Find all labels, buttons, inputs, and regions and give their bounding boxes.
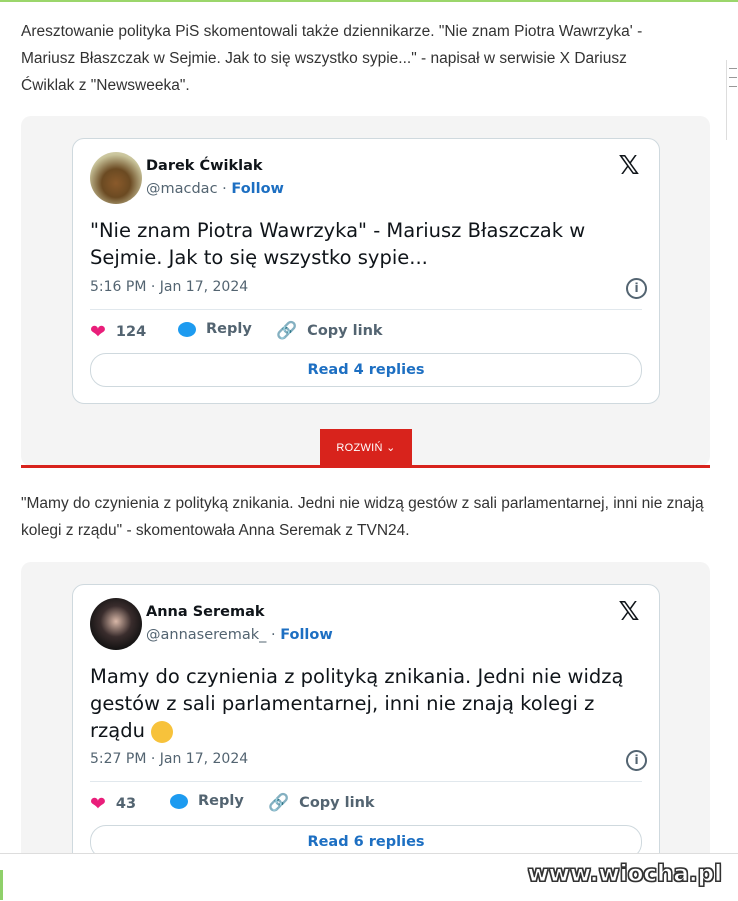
tweet-author-name[interactable]: Darek Ćwiklak [146,158,263,174]
reply-action[interactable]: Reply [178,321,252,337]
top-accent-line [0,0,738,2]
tweet-author-handle: @macdac · Follow [146,181,284,197]
like-count: 43 [115,796,137,812]
tweet-embed-panel-2: Anna Seremak @annaseremak_ · Follow 𝕏 Ma… [21,562,710,876]
tweet-text: Mamy do czynienia z polityką znikania. J… [90,663,650,744]
left-accent [0,870,3,900]
handle-text[interactable]: @macdac [146,181,218,197]
heart-icon: ❤ [90,793,106,815]
reply-label: Reply [206,321,252,337]
link-icon: 🔗 [276,321,298,341]
avatar[interactable] [90,152,142,204]
tweet-timestamp[interactable]: 5:27 PM · Jan 17, 2024 [90,751,248,767]
expand-button[interactable]: ROZWIŃ ⌄ [320,429,412,466]
copy-link-label: Copy link [299,795,375,811]
heart-icon: ❤ [90,321,106,343]
tweet-timestamp[interactable]: 5:16 PM · Jan 17, 2024 [90,279,248,295]
x-logo-icon[interactable]: 𝕏 [616,599,642,625]
tweet-text: "Nie znam Piotra Wawrzyka" - Mariusz Bła… [90,219,586,269]
like-action[interactable]: ❤ 124 [90,321,146,343]
article-paragraph-2: "Mamy do czynienia z polityką znikania. … [21,495,704,539]
like-count: 124 [115,324,147,340]
link-icon: 🔗 [268,793,290,813]
side-scroll-strip [726,60,738,140]
follow-button[interactable]: Follow [231,181,284,197]
expand-divider-line [21,465,710,468]
copy-link-action[interactable]: 🔗 Copy link [268,793,375,813]
tweet-actions: ❤ 124 Reply 🔗 Copy link [90,321,650,343]
tweet-actions: ❤ 43 Reply 🔗 Copy link [90,793,650,815]
handle-text[interactable]: @annaseremak_ [146,627,266,643]
info-icon[interactable]: i [626,278,647,299]
watermark: www.wiocha.pl [527,861,723,888]
like-action[interactable]: ❤ 43 [90,793,136,815]
tweet-embed-panel-1: Darek Ćwiklak @macdac · Follow 𝕏 "Nie zn… [21,116,710,466]
chevron-down-icon: ⌄ [386,442,396,454]
reply-label: Reply [198,793,244,809]
divider [90,781,642,782]
reply-bubble-icon [178,321,196,337]
reply-bubble-icon [170,793,188,809]
divider [90,309,642,310]
reply-action[interactable]: Reply [170,793,244,809]
follow-button[interactable]: Follow [280,627,333,643]
info-icon[interactable]: i [626,750,647,771]
x-logo-icon[interactable]: 𝕏 [616,153,642,179]
article-paragraph-1: Aresztowanie polityka PiS skomentowali t… [21,23,643,94]
expand-label: ROZWIŃ [336,442,383,454]
copy-link-label: Copy link [307,323,383,339]
avatar[interactable] [90,598,142,650]
tweet-author-handle: @annaseremak_ · Follow [146,627,333,643]
tweet-card[interactable]: Anna Seremak @annaseremak_ · Follow 𝕏 Ma… [72,584,660,876]
thinking-face-emoji [151,720,174,743]
read-replies-button[interactable]: Read 4 replies [90,353,642,387]
tweet-author-name[interactable]: Anna Seremak [146,604,265,620]
copy-link-action[interactable]: 🔗 Copy link [276,321,383,341]
tweet-card[interactable]: Darek Ćwiklak @macdac · Follow 𝕏 "Nie zn… [72,138,660,404]
